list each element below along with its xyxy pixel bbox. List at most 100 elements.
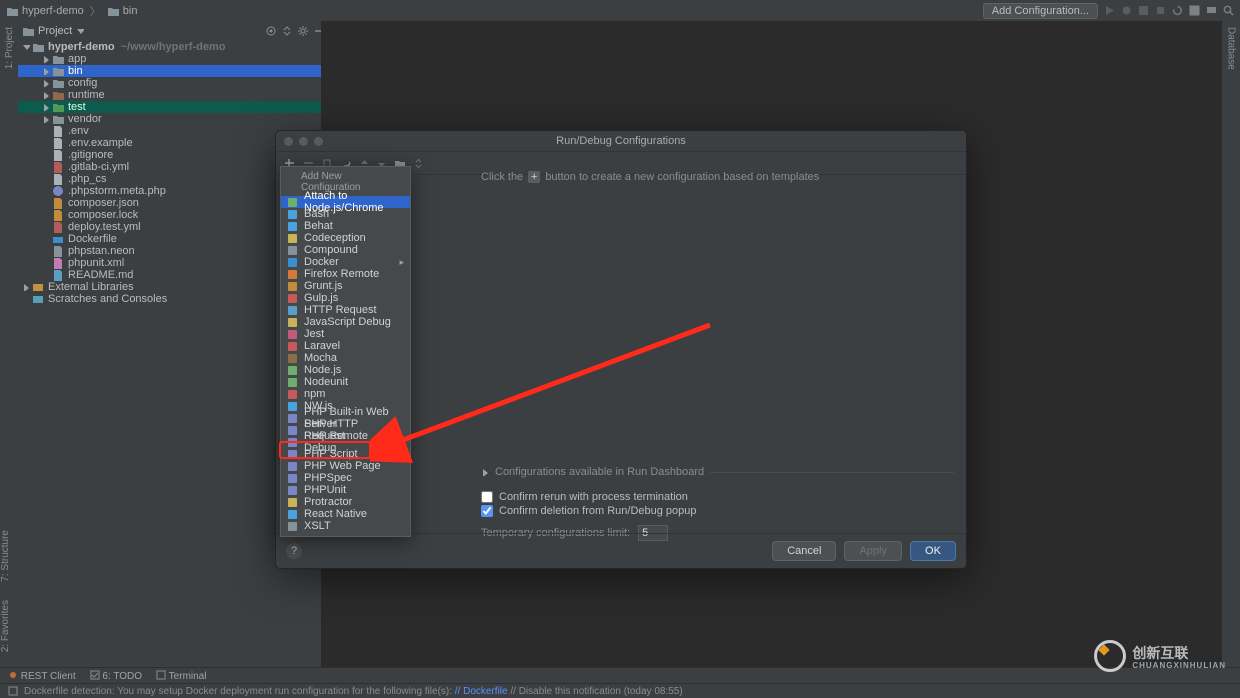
dashboard-section[interactable]: Configurations available in Run Dashboar…: [481, 466, 954, 478]
config-type-icon: [287, 401, 298, 412]
collapse-toolbar-icon[interactable]: [413, 158, 424, 169]
cancel-button[interactable]: Cancel: [772, 541, 836, 561]
popup-item-label: Mocha: [304, 352, 337, 364]
popup-item-label: Laravel: [304, 340, 340, 352]
watermark: 创新互联 CHUANGXINHULIAN: [1094, 640, 1226, 672]
popup-item[interactable]: Node.js: [281, 364, 410, 376]
config-type-icon: [287, 341, 298, 352]
apply-button[interactable]: Apply: [844, 541, 902, 561]
config-type-icon: [287, 317, 298, 328]
plus-badge-icon: +: [528, 171, 540, 183]
popup-item[interactable]: Firefox Remote: [281, 268, 410, 280]
config-type-icon: [287, 521, 298, 532]
status-icon[interactable]: [8, 686, 18, 696]
popup-item-label: Docker: [304, 256, 339, 268]
popup-item-label: Behat: [304, 220, 333, 232]
popup-item-label: Bash: [304, 208, 329, 220]
status-bar: Dockerfile detection: You may setup Dock…: [0, 683, 1240, 698]
popup-item-label: Protractor: [304, 496, 352, 508]
config-type-icon: [287, 377, 298, 388]
terminal-tab[interactable]: Terminal: [156, 670, 206, 682]
popup-item[interactable]: Laravel: [281, 340, 410, 352]
popup-item-label: HTTP Request: [304, 304, 377, 316]
confirm-rerun-row[interactable]: Confirm rerun with process termination: [481, 491, 954, 503]
popup-item[interactable]: JavaScript Debug: [281, 316, 410, 328]
watermark-logo-icon: [1094, 640, 1126, 672]
popup-item[interactable]: HTTP Request: [281, 304, 410, 316]
modal-backdrop: Run/Debug Configurations Click the + but…: [0, 0, 1240, 698]
popup-item-label: Compound: [304, 244, 358, 256]
config-type-icon: [287, 269, 298, 280]
config-type-icon: [287, 257, 298, 268]
confirm-rerun-checkbox[interactable]: [481, 491, 493, 503]
config-type-icon: [287, 485, 298, 496]
config-type-icon: [287, 305, 298, 316]
config-type-icon: [287, 449, 298, 460]
submenu-indicator-icon: ▸: [399, 256, 404, 268]
window-zoom-icon[interactable]: [314, 137, 323, 146]
popup-item[interactable]: XSLT: [281, 520, 410, 532]
dialog-title: Run/Debug Configurations: [276, 131, 966, 152]
popup-item[interactable]: Compound: [281, 244, 410, 256]
config-type-icon: [287, 353, 298, 364]
popup-item-label: React Native: [304, 508, 367, 520]
popup-item-label: Codeception: [304, 232, 366, 244]
config-type-icon: [287, 497, 298, 508]
config-type-icon: [287, 245, 298, 256]
popup-item[interactable]: PHP Web Page: [281, 460, 410, 472]
confirm-delete-row[interactable]: Confirm deletion from Run/Debug popup: [481, 505, 954, 517]
popup-item-label: Nodeunit: [304, 376, 348, 388]
popup-item-label: Firefox Remote: [304, 268, 379, 280]
config-type-icon: [287, 365, 298, 376]
config-type-icon: [287, 389, 298, 400]
popup-item-label: PHP Script: [304, 448, 358, 460]
add-configuration-popup[interactable]: Add New Configuration Attach to Node.js/…: [280, 166, 411, 537]
popup-item[interactable]: Mocha: [281, 352, 410, 364]
status-link[interactable]: // Dockerfile: [455, 686, 508, 697]
popup-item-label: Jest: [304, 328, 324, 340]
status-text: Dockerfile detection: You may setup Dock…: [24, 686, 683, 697]
popup-item[interactable]: PHP Remote Debug: [281, 436, 410, 448]
popup-item-label: PHPUnit: [304, 484, 346, 496]
todo-tab[interactable]: 6: TODO: [90, 670, 142, 682]
popup-item[interactable]: Grunt.js: [281, 280, 410, 292]
help-icon[interactable]: ?: [286, 543, 302, 559]
dialog-footer: ? Cancel Apply OK: [276, 533, 966, 568]
popup-item[interactable]: Protractor: [281, 496, 410, 508]
popup-item[interactable]: PHPSpec: [281, 472, 410, 484]
dashboard-label: Configurations available in Run Dashboar…: [495, 466, 704, 478]
window-minimize-icon[interactable]: [299, 137, 308, 146]
popup-item-label: npm: [304, 388, 325, 400]
rest-client-tab[interactable]: REST Client: [8, 670, 76, 682]
config-type-icon: [287, 473, 298, 484]
popup-item[interactable]: Jest: [281, 328, 410, 340]
popup-item[interactable]: Codeception: [281, 232, 410, 244]
confirm-rerun-label: Confirm rerun with process termination: [499, 491, 688, 503]
config-type-icon: [287, 293, 298, 304]
popup-item-label: Gulp.js: [304, 292, 338, 304]
popup-item[interactable]: npm: [281, 388, 410, 400]
popup-item[interactable]: PHPUnit: [281, 484, 410, 496]
config-type-icon: [287, 329, 298, 340]
config-type-icon: [287, 437, 298, 448]
config-type-icon: [287, 461, 298, 472]
popup-item[interactable]: Gulp.js: [281, 292, 410, 304]
confirm-delete-checkbox[interactable]: [481, 505, 493, 517]
popup-item[interactable]: Behat: [281, 220, 410, 232]
popup-item-label: JavaScript Debug: [304, 316, 391, 328]
popup-item[interactable]: Docker ▸: [281, 256, 410, 268]
config-type-icon: [287, 425, 298, 436]
window-close-icon[interactable]: [284, 137, 293, 146]
config-type-icon: [287, 509, 298, 520]
popup-item[interactable]: PHP Script: [281, 448, 410, 460]
popup-item[interactable]: Nodeunit: [281, 376, 410, 388]
popup-item[interactable]: React Native: [281, 508, 410, 520]
config-type-icon: [287, 281, 298, 292]
config-type-icon: [287, 197, 298, 208]
bottom-toolbar: REST Client 6: TODO Terminal: [0, 667, 1240, 684]
popup-item-label: XSLT: [304, 520, 331, 532]
ok-button[interactable]: OK: [910, 541, 956, 561]
config-type-icon: [287, 209, 298, 220]
popup-item[interactable]: Bash: [281, 208, 410, 220]
popup-item[interactable]: Attach to Node.js/Chrome: [281, 196, 410, 208]
